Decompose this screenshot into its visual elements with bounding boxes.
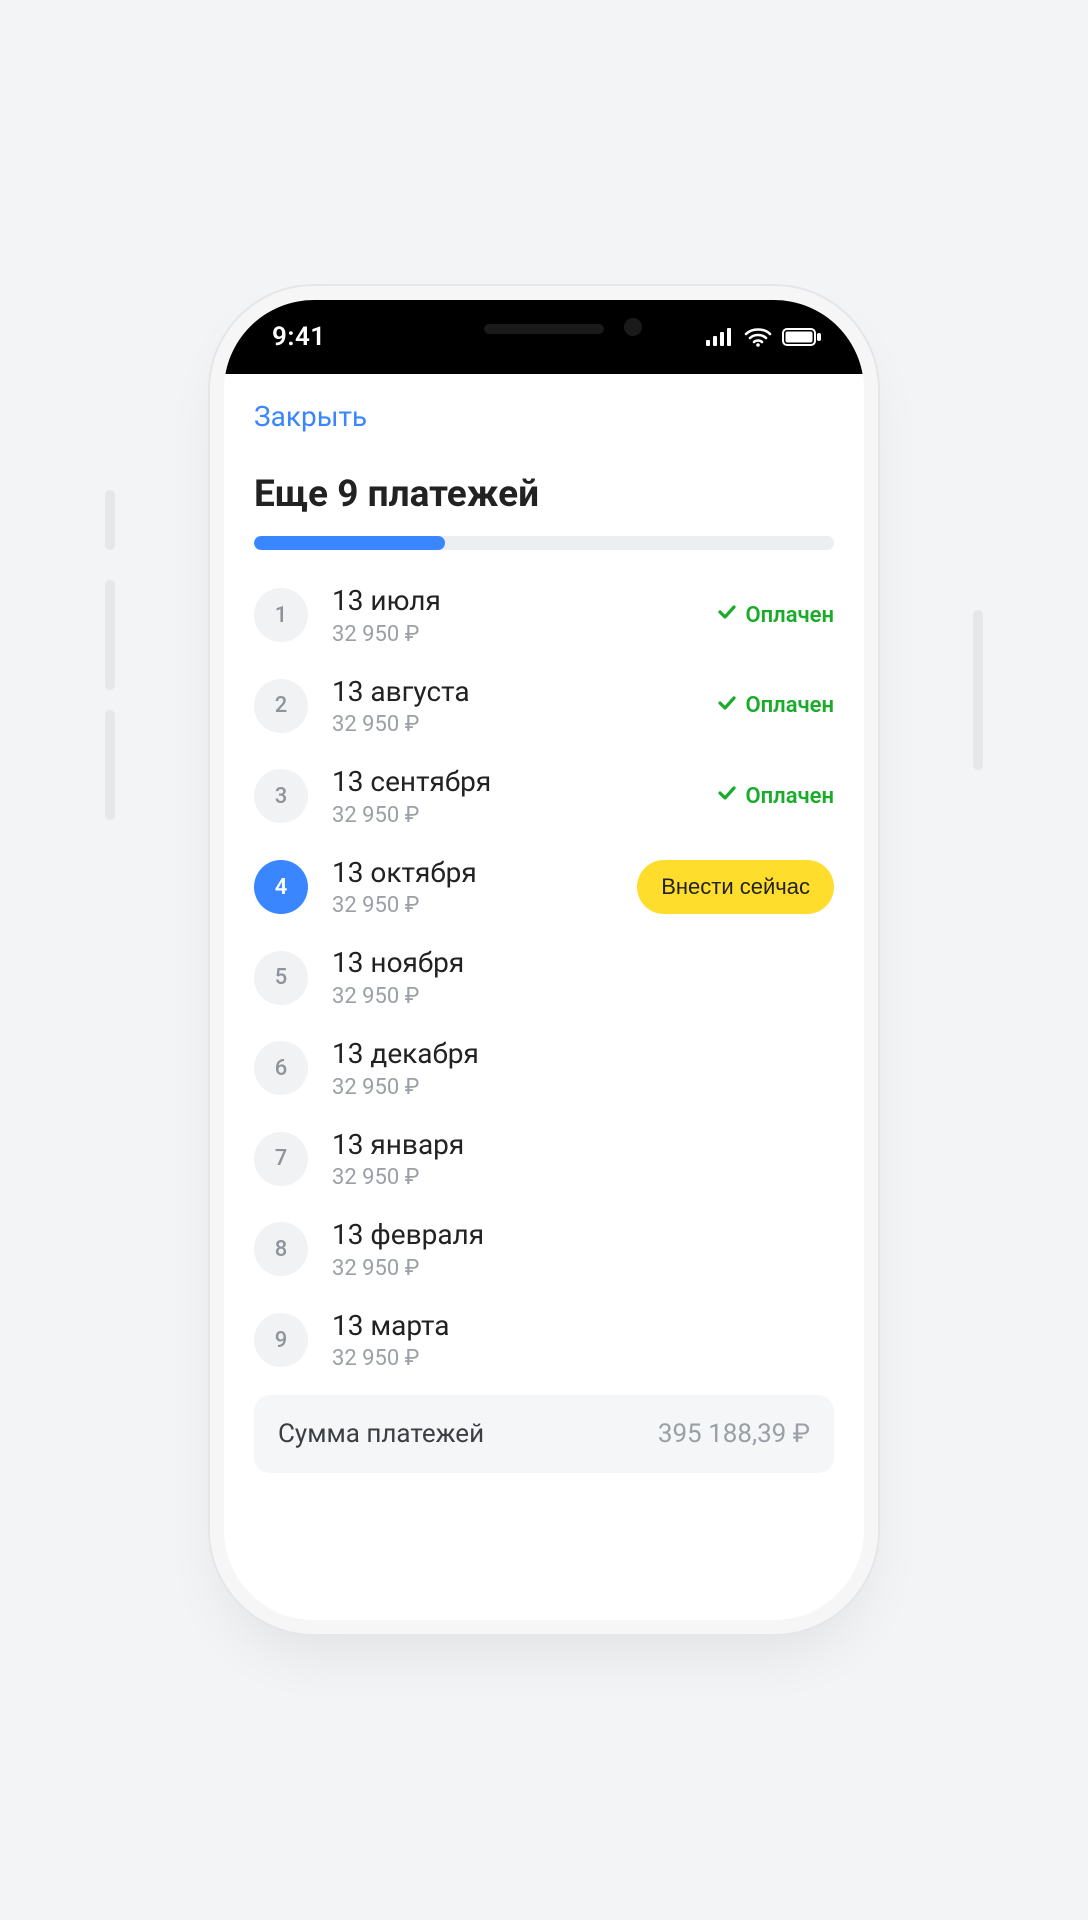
payment-index: 7 xyxy=(254,1132,308,1186)
phone-side-button xyxy=(105,710,115,820)
status-paid: Оплачен xyxy=(717,693,834,719)
check-icon xyxy=(717,783,737,809)
wifi-icon xyxy=(744,327,772,347)
stage: 9:41 Закрыть Еще 9 платежей xyxy=(129,220,959,1700)
summary-card: Сумма платежей 395 188,39 ₽ xyxy=(254,1395,834,1473)
payment-date: 13 февраля xyxy=(332,1218,834,1252)
payment-row: 2 13 августа 32 950 ₽ Оплачен xyxy=(254,661,834,752)
payment-amount: 32 950 ₽ xyxy=(332,803,693,828)
phone-side-button xyxy=(105,490,115,550)
status-paid-label: Оплачен xyxy=(745,784,834,809)
check-icon xyxy=(717,693,737,719)
phone-side-button xyxy=(105,580,115,690)
nav-bar: Закрыть xyxy=(224,374,864,439)
phone-side-button xyxy=(973,610,983,770)
payment-index: 9 xyxy=(254,1313,308,1367)
payment-index: 3 xyxy=(254,769,308,823)
pay-now-button[interactable]: Внести сейчас xyxy=(637,860,834,914)
payment-info: 13 августа 32 950 ₽ xyxy=(332,675,693,738)
status-bar: 9:41 xyxy=(224,300,864,374)
battery-icon xyxy=(782,328,822,346)
payment-date: 13 октября xyxy=(332,856,613,890)
progress-fill xyxy=(254,536,445,550)
payment-row: 1 13 июля 32 950 ₽ Оплачен xyxy=(254,570,834,661)
payment-amount: 32 950 ₽ xyxy=(332,1256,834,1281)
payment-info: 13 октября 32 950 ₽ xyxy=(332,856,613,919)
payment-row: 3 13 сентября 32 950 ₽ Оплачен xyxy=(254,751,834,842)
payment-date: 13 января xyxy=(332,1128,834,1162)
payment-amount: 32 950 ₽ xyxy=(332,1075,834,1100)
payment-row: 7 13 января 32 950 ₽ xyxy=(254,1114,834,1205)
page-title: Еще 9 платежей xyxy=(224,439,864,536)
payment-index: 6 xyxy=(254,1041,308,1095)
status-icons xyxy=(706,327,822,347)
payment-amount: 32 950 ₽ xyxy=(332,1165,834,1190)
payment-amount: 32 950 ₽ xyxy=(332,1346,834,1371)
payment-index: 5 xyxy=(254,951,308,1005)
close-button[interactable]: Закрыть xyxy=(254,400,367,433)
payment-date: 13 ноября xyxy=(332,946,834,980)
payment-index: 2 xyxy=(254,679,308,733)
payment-date: 13 сентября xyxy=(332,765,693,799)
payment-row: 6 13 декабря 32 950 ₽ xyxy=(254,1023,834,1114)
payments-list: 1 13 июля 32 950 ₽ Оплачен 2 13 августа 32 950… xyxy=(224,564,864,1385)
status-paid-label: Оплачен xyxy=(745,693,834,718)
payment-amount: 32 950 ₽ xyxy=(332,984,834,1009)
check-icon xyxy=(717,602,737,628)
summary-label: Сумма платежей xyxy=(278,1419,484,1449)
payment-date: 13 июля xyxy=(332,584,693,618)
screen: Закрыть Еще 9 платежей 1 13 июля 32 950 ₽ О… xyxy=(224,374,864,1620)
phone-notch xyxy=(394,300,694,362)
payment-date: 13 августа xyxy=(332,675,693,709)
payment-info: 13 февраля 32 950 ₽ xyxy=(332,1218,834,1281)
payment-info: 13 января 32 950 ₽ xyxy=(332,1128,834,1191)
payment-index: 1 xyxy=(254,588,308,642)
payment-row: 4 13 октября 32 950 ₽ Внести сейчас xyxy=(254,842,834,933)
payment-date: 13 марта xyxy=(332,1309,834,1343)
payment-info: 13 сентября 32 950 ₽ xyxy=(332,765,693,828)
payment-amount: 32 950 ₽ xyxy=(332,622,693,647)
payment-index: 8 xyxy=(254,1222,308,1276)
phone-frame: 9:41 Закрыть Еще 9 платежей xyxy=(224,300,864,1620)
payment-amount: 32 950 ₽ xyxy=(332,712,693,737)
payment-row: 5 13 ноября 32 950 ₽ xyxy=(254,932,834,1023)
progress-bar xyxy=(224,536,864,564)
status-paid: Оплачен xyxy=(717,783,834,809)
payment-index: 4 xyxy=(254,860,308,914)
status-time: 9:41 xyxy=(272,322,326,352)
payment-info: 13 марта 32 950 ₽ xyxy=(332,1309,834,1372)
summary-value: 395 188,39 ₽ xyxy=(658,1419,810,1449)
payment-amount: 32 950 ₽ xyxy=(332,893,613,918)
payment-row: 9 13 марта 32 950 ₽ xyxy=(254,1295,834,1386)
payment-info: 13 декабря 32 950 ₽ xyxy=(332,1037,834,1100)
payment-date: 13 декабря xyxy=(332,1037,834,1071)
cellular-icon xyxy=(706,328,734,346)
status-paid-label: Оплачен xyxy=(745,603,834,628)
payment-info: 13 ноября 32 950 ₽ xyxy=(332,946,834,1009)
payment-info: 13 июля 32 950 ₽ xyxy=(332,584,693,647)
payment-row: 8 13 февраля 32 950 ₽ xyxy=(254,1204,834,1295)
status-paid: Оплачен xyxy=(717,602,834,628)
